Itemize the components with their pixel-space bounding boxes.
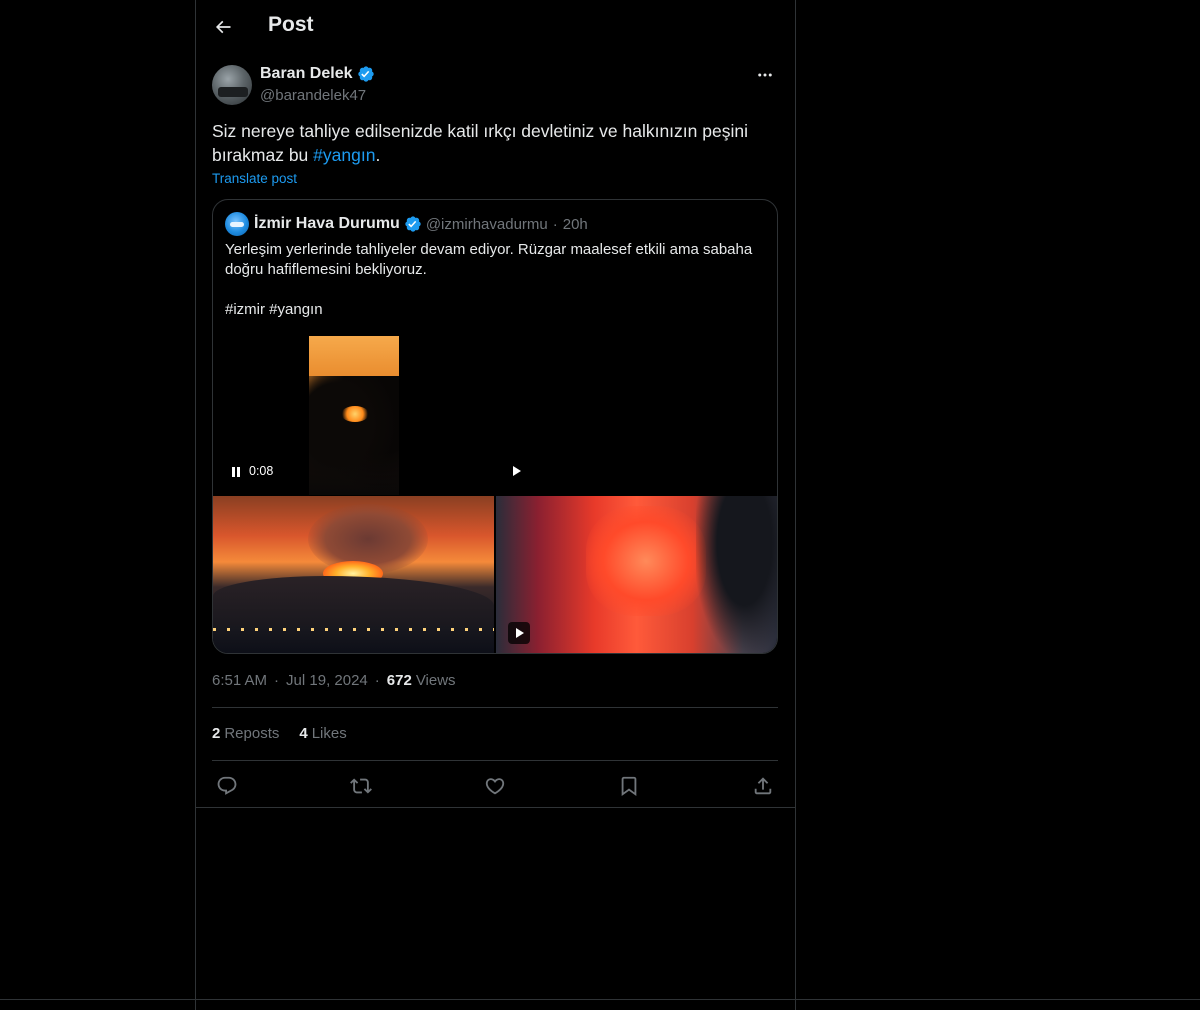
reposts-stat[interactable]: 2 Reposts [212,725,279,742]
reposts-count: 2 [212,725,221,742]
likes-count: 4 [299,725,308,742]
page-title: Post [268,13,314,36]
video-time: 0:08 [249,464,274,478]
post-text-body: Siz nereye tahliye edilsenizde katil ırk… [212,121,748,165]
quoted-post[interactable]: İzmir Hava Durumu @izmirhavadurmu · 20h … [212,199,778,654]
play-icon[interactable] [508,622,530,644]
thumb-hill [213,576,494,626]
pause-button[interactable] [229,465,243,479]
post-text: Siz nereye tahliye edilsenizde katil ırk… [212,119,772,167]
likes-stat[interactable]: 4 Likes [299,725,346,742]
divider [212,760,778,761]
post-text-end: . [375,145,381,165]
more-icon [758,73,772,77]
play-icon[interactable] [513,466,521,476]
hashtag-link[interactable]: #yangın [313,145,375,165]
video-player[interactable]: 0:08 [213,336,777,495]
verified-badge-icon [405,216,421,232]
author-name-link[interactable]: Baran Delek [260,65,375,83]
video-frame-fire [341,406,369,422]
bookmark-icon [621,776,637,797]
page-bottom-border [0,999,1200,1000]
post-date[interactable]: Jul 19, 2024 [286,672,368,689]
thumb-foliage [696,496,777,653]
thumb-flames [586,506,706,616]
quote-author-handle: @izmirhavadurmu [425,215,548,233]
views-count[interactable]: 672 [387,672,412,689]
repost-icon [350,778,372,794]
repost-button[interactable] [346,771,376,801]
action-bar [212,770,778,802]
thumb-lights [213,628,494,631]
post-meta: 6:51 AM · Jul 19, 2024 · 672 Views [212,672,456,689]
author-name: Baran Delek [260,65,353,82]
reposts-label: Reposts [224,725,280,742]
arrow-left-icon [215,20,231,34]
post-time[interactable]: 6:51 AM [212,672,267,689]
quote-author-name[interactable]: İzmir Hava Durumu [254,215,400,233]
likes-label: Likes [311,725,347,742]
quote-time[interactable]: 20h [563,216,588,233]
divider [212,707,778,708]
reply-icon [217,776,237,795]
main-column: Post Baran Delek @barandelek47 Siz nerey… [195,0,796,1010]
avatar[interactable] [212,65,252,105]
like-button[interactable] [480,771,510,801]
share-button[interactable] [748,771,778,801]
video-frame [309,336,399,495]
author-handle[interactable]: @barandelek47 [260,87,366,104]
verified-badge-icon [357,66,374,82]
bookmark-button[interactable] [614,771,644,801]
views-label[interactable]: Views [416,672,456,689]
divider [196,807,795,808]
separator-dot: · [552,215,558,233]
video-frame-tree [309,376,399,495]
share-icon [754,777,772,795]
separator-dot: · [274,672,280,689]
separator-dot: · [374,672,380,689]
post-stats: 2 Reposts 4 Likes [212,725,347,742]
quote-avatar[interactable] [225,212,249,236]
translate-post-link[interactable]: Translate post [212,171,297,186]
quote-media: 0:08 [213,336,777,653]
post-author: Baran Delek @barandelek47 [212,65,779,107]
back-button[interactable] [206,10,240,44]
quote-text: Yerleşim yerlerinde tahliyeler devam edi… [225,241,753,318]
media-thumbnail-fire-hills[interactable] [213,496,494,653]
reply-button[interactable] [212,771,242,801]
more-options-button[interactable] [751,65,779,85]
quote-header: İzmir Hava Durumu @izmirhavadurmu · 20h [225,212,588,236]
page-header: Post [196,0,795,54]
media-thumbnail-fire-closeup[interactable] [496,496,777,653]
heart-icon [485,778,505,795]
